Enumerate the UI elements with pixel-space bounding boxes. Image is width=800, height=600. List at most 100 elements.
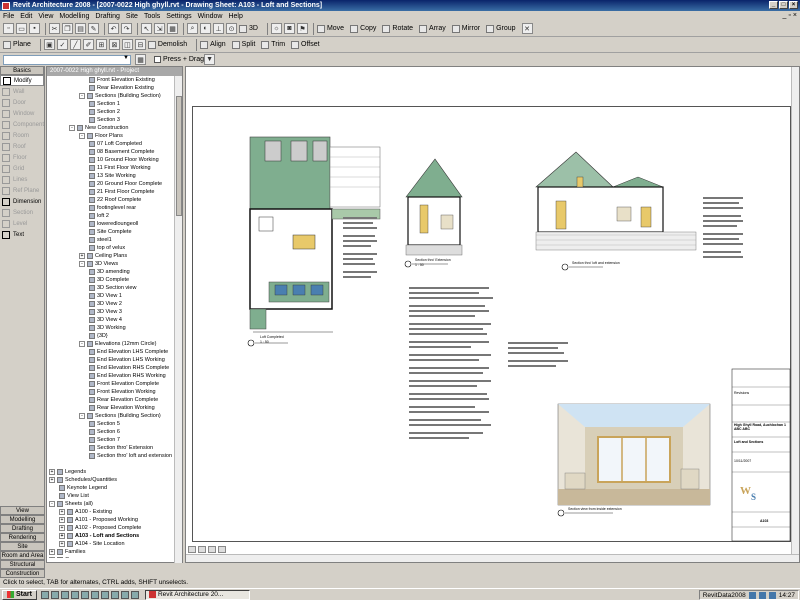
match-icon[interactable]: ✎	[88, 23, 99, 34]
design-tool-modify[interactable]: Modify	[0, 75, 44, 86]
doc-minimize-button[interactable]: _	[783, 12, 787, 19]
tree-item[interactable]: - Sheets (all)	[47, 500, 182, 508]
drawing-area[interactable]: W S Loft Completed 1 : 50 Section thro' …	[185, 66, 800, 563]
app-icon[interactable]	[110, 590, 119, 599]
linework-icon[interactable]: ╱	[69, 39, 81, 50]
split-face-icon[interactable]: ⊞	[95, 39, 107, 50]
tree-item[interactable]: - Floor Plans	[47, 132, 182, 140]
paste-icon[interactable]: ▤	[75, 23, 86, 34]
tree-item[interactable]: 13 Site Working	[47, 172, 182, 180]
tree-item[interactable]: 21 First Floor Complete	[47, 188, 182, 196]
zoom-icon[interactable]: ⌕	[187, 23, 198, 34]
expand-icon[interactable]: +	[59, 533, 65, 539]
tree-item[interactable]: - Sections (Building Section)	[47, 412, 182, 420]
walkthrough-icon[interactable]: ⚑	[296, 23, 308, 34]
tree-item[interactable]: 10 Ground Floor Working	[47, 156, 182, 164]
tab-rendering[interactable]: Rendering	[0, 533, 45, 542]
paint-icon[interactable]: ✐	[82, 39, 94, 50]
tree-item[interactable]: + Ceiling Plans	[47, 252, 182, 260]
tree-item[interactable]: + Groups	[47, 556, 182, 558]
collapse-icon[interactable]: -	[49, 501, 55, 507]
hide-icon[interactable]: ◐	[200, 23, 211, 34]
folder-icon[interactable]	[90, 590, 99, 599]
tree-item[interactable]: + Legends	[47, 468, 182, 476]
demolish-button[interactable]: Demolish	[147, 40, 187, 49]
type-selector[interactable]	[3, 54, 131, 65]
tree-item[interactable]: 3D Working	[47, 324, 182, 332]
collapse-icon[interactable]: -	[79, 93, 85, 99]
app-icon[interactable]	[120, 590, 129, 599]
unpin-icon[interactable]: ✕	[521, 23, 533, 34]
join-icon[interactable]: ⊠	[108, 39, 120, 50]
move-button[interactable]: Move	[316, 24, 344, 33]
explorer-icon[interactable]	[60, 590, 69, 599]
model-graphics-icon[interactable]	[208, 546, 216, 553]
browser-scroll-thumb[interactable]	[176, 96, 182, 216]
tree-item[interactable]: End Elevation RHS Complete	[47, 364, 182, 372]
design-tool-component[interactable]: Component	[0, 119, 44, 130]
tree-item[interactable]: 3D View 2	[47, 300, 182, 308]
tree-item[interactable]: loft 2	[47, 212, 182, 220]
close-button[interactable]: ×	[789, 1, 798, 9]
filter-icon[interactable]: ▼	[204, 54, 216, 65]
collapse-icon[interactable]: -	[79, 413, 85, 419]
tree-item[interactable]: View List	[47, 492, 182, 500]
tab-basics[interactable]: Basics	[0, 66, 44, 75]
tree-item[interactable]: Keynote Legend	[47, 484, 182, 492]
menu-drafting[interactable]: Drafting	[95, 13, 120, 20]
tree-item[interactable]: loweredloungeoll	[47, 220, 182, 228]
start-button[interactable]: Start	[2, 589, 37, 600]
tree-item[interactable]: Site Complete	[47, 228, 182, 236]
tab-room-and-area[interactable]: Room and Area	[0, 551, 45, 560]
check-icon[interactable]: ✓	[56, 39, 68, 50]
tab-view[interactable]: View	[0, 506, 45, 515]
menu-settings[interactable]: Settings	[166, 13, 191, 20]
tree-item[interactable]: Section 2	[47, 108, 182, 116]
tree-item[interactable]: {3D}	[47, 332, 182, 340]
menu-window[interactable]: Window	[198, 13, 223, 20]
cut-geometry-icon[interactable]: ◫	[121, 39, 133, 50]
design-tool-lines[interactable]: Lines	[0, 174, 44, 185]
design-tool-room[interactable]: Room	[0, 130, 44, 141]
browser-scrollbar[interactable]	[174, 76, 182, 563]
tree-item[interactable]: + A102 - Proposed Complete	[47, 524, 182, 532]
expand-icon[interactable]: +	[49, 557, 55, 558]
tree-item[interactable]: 11 First Floor Working	[47, 164, 182, 172]
expand-icon[interactable]: +	[49, 477, 55, 483]
tree-item[interactable]: - New Construction	[47, 124, 182, 132]
tree-item[interactable]: 20 Ground Floor Complete	[47, 180, 182, 188]
wall-join-icon[interactable]: ⊟	[134, 39, 146, 50]
section-view-icon[interactable]: ⊥	[213, 23, 224, 34]
tree-item[interactable]: Rear Elevation Complete	[47, 396, 182, 404]
design-tool-floor[interactable]: Floor	[0, 152, 44, 163]
tree-item[interactable]: 22 Roof Complete	[47, 196, 182, 204]
collapse-icon[interactable]: -	[79, 261, 85, 267]
browser-icon[interactable]	[50, 590, 59, 599]
design-tool-dimension[interactable]: Dimension	[0, 196, 44, 207]
tree-item[interactable]: Section 5	[47, 420, 182, 428]
mail-icon[interactable]	[70, 590, 79, 599]
design-tool-window[interactable]: Window	[0, 108, 44, 119]
maximize-button[interactable]: □	[779, 1, 788, 9]
tree-item[interactable]: - Sections (Building Section)	[47, 92, 182, 100]
tree-item[interactable]: top of velux	[47, 244, 182, 252]
measure-icon[interactable]: ⇲	[154, 23, 165, 34]
desktop-icon[interactable]	[40, 590, 49, 599]
select-icon[interactable]: ↖	[141, 23, 152, 34]
expand-icon[interactable]: +	[49, 469, 55, 475]
app-icon[interactable]	[130, 590, 139, 599]
view-title-3d[interactable]: Section view from inside extension	[568, 507, 622, 511]
tree-item[interactable]: Front Elevation Existing	[47, 76, 182, 84]
volume-icon[interactable]	[758, 591, 766, 599]
menu-file[interactable]: File	[3, 13, 14, 20]
tree-item[interactable]: footinglevel rear	[47, 204, 182, 212]
elevation-icon[interactable]: ⊙	[226, 23, 237, 34]
open-icon[interactable]: ▭	[16, 23, 27, 34]
tree-item[interactable]: 3D Complete	[47, 276, 182, 284]
tree-item[interactable]: 3D View 1	[47, 292, 182, 300]
expand-icon[interactable]: +	[59, 509, 65, 515]
tree-item[interactable]: Rear Elevation Working	[47, 404, 182, 412]
tree-item[interactable]: End Elevation LHS Working	[47, 356, 182, 364]
view-vertical-scrollbar[interactable]	[791, 67, 799, 556]
redo-icon[interactable]: ↷	[121, 23, 132, 34]
